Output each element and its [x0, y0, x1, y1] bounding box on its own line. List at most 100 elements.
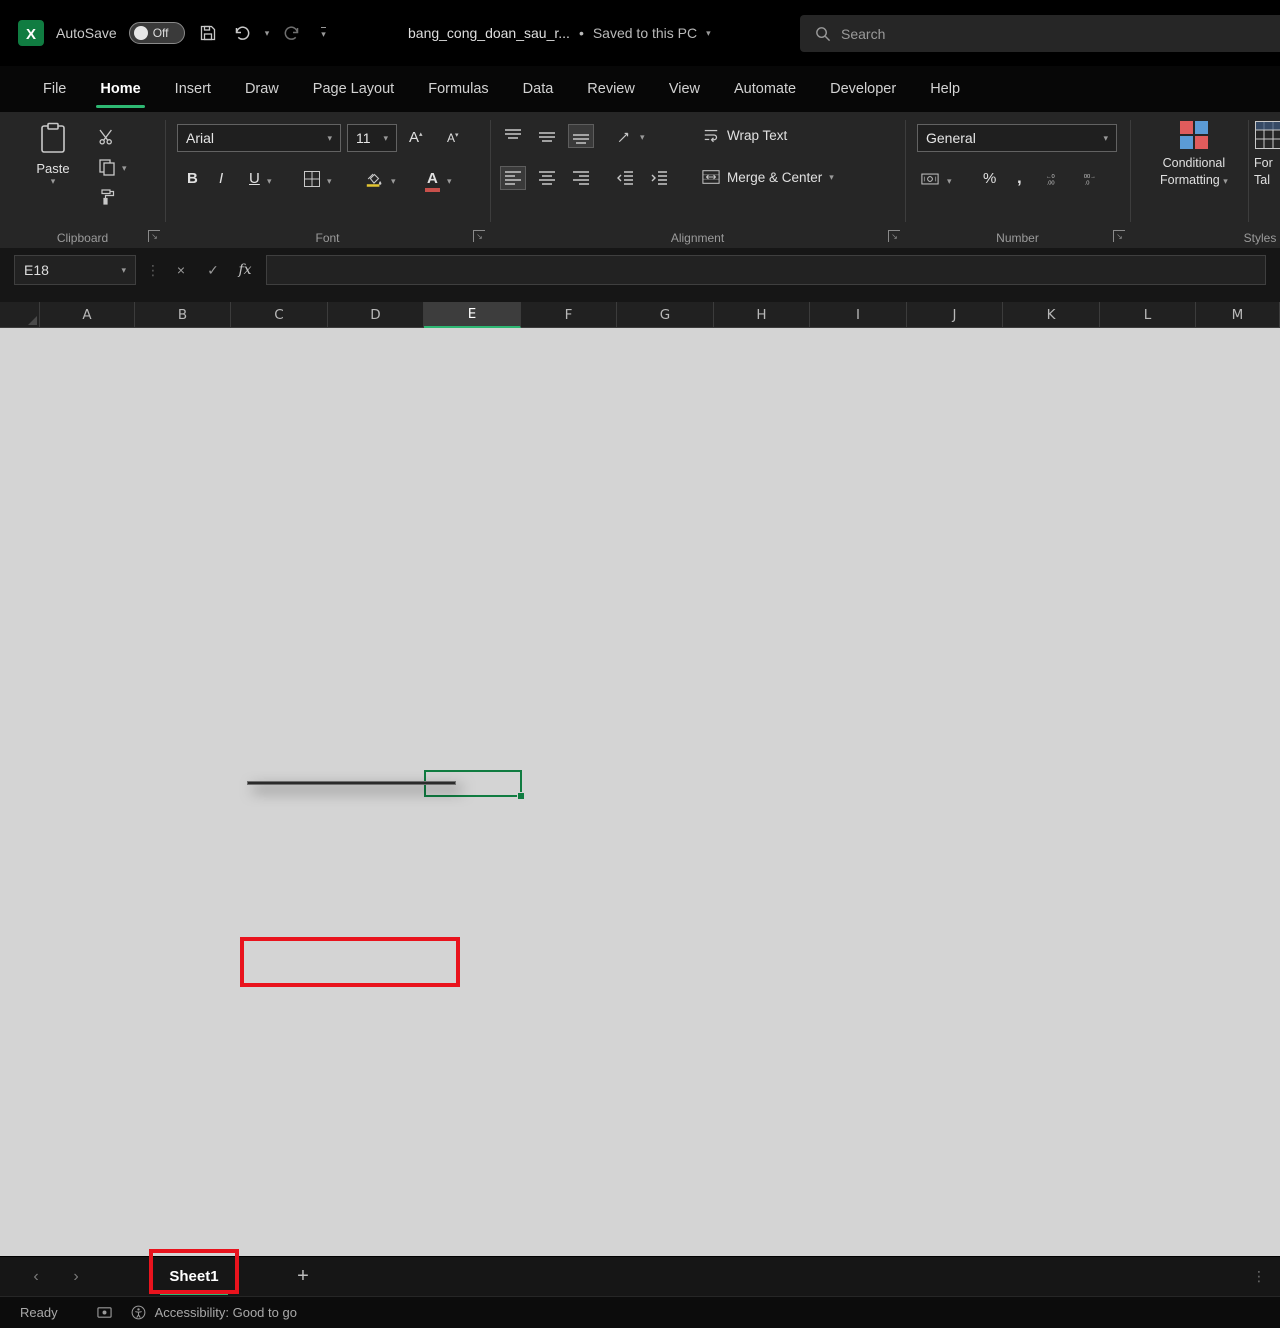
dialog-launcher-icon[interactable]: ↘ [148, 230, 160, 242]
format-painter-icon[interactable] [96, 186, 118, 208]
align-bottom-icon[interactable] [568, 124, 594, 148]
column-header-row: ABCDEFGHIJKLM [0, 302, 1280, 328]
chevron-down-icon[interactable]: ▾ [122, 163, 127, 174]
format-as-table-button[interactable]: For Tal [1254, 120, 1280, 189]
chevron-down-icon[interactable]: ▾ [391, 176, 396, 187]
chevron-down-icon[interactable]: ▾ [706, 28, 711, 39]
column-header-a[interactable]: A [40, 302, 135, 328]
saved-status[interactable]: Saved to this PC [593, 25, 697, 41]
conditional-formatting-button[interactable]: Conditional Formatting ▾ [1160, 120, 1228, 190]
decrease-decimal-icon[interactable]: 00→.0 [1081, 168, 1103, 190]
increase-font-button[interactable]: A▴ [409, 129, 423, 146]
bold-button[interactable]: B [187, 170, 198, 187]
increase-decimal-icon[interactable]: ←0.00 [1043, 168, 1065, 190]
number-format-value: General [926, 130, 976, 146]
search-input[interactable]: Search [800, 15, 1280, 52]
excel-logo-icon[interactable]: X [18, 20, 44, 46]
column-header-m[interactable]: M [1196, 302, 1280, 328]
accessibility-status[interactable]: Accessibility: Good to go [130, 1304, 297, 1322]
clipboard-group: Paste ▾ ▾ Clipboard ↘ [0, 112, 165, 248]
search-placeholder: Search [841, 26, 885, 42]
previous-sheet-icon[interactable]: ‹ [16, 1268, 56, 1286]
name-box[interactable]: E18 ▾ [14, 255, 136, 285]
column-header-g[interactable]: G [617, 302, 714, 328]
undo-icon[interactable] [231, 22, 253, 44]
chevron-down-icon[interactable]: ▾ [267, 176, 272, 187]
chevron-down-icon[interactable]: ▾ [640, 132, 645, 143]
ribbon-tab-view[interactable]: View [652, 66, 717, 112]
number-format-select[interactable]: General▾ [917, 124, 1117, 152]
decrease-indent-icon[interactable] [612, 166, 638, 190]
font-size-select[interactable]: 11▾ [347, 124, 397, 152]
column-header-h[interactable]: H [714, 302, 810, 328]
column-header-i[interactable]: I [810, 302, 907, 328]
column-header-f[interactable]: F [521, 302, 617, 328]
cancel-icon[interactable]: × [170, 255, 192, 285]
dialog-launcher-icon[interactable]: ↘ [473, 230, 485, 242]
fill-color-icon[interactable] [363, 168, 385, 190]
chevron-down-icon[interactable]: ▾ [447, 176, 452, 187]
cut-icon[interactable] [96, 126, 118, 148]
add-sheet-button[interactable]: + [288, 1265, 318, 1288]
sheet-tab-sheet1[interactable]: Sheet1 [152, 1257, 236, 1297]
status-bar: Ready Accessibility: Good to go [0, 1296, 1280, 1328]
ribbon-tab-help[interactable]: Help [913, 66, 977, 112]
tabbar-overflow-icon[interactable]: ⋮ [1252, 1268, 1266, 1285]
ribbon-tab-page-layout[interactable]: Page Layout [296, 66, 411, 112]
align-center-icon[interactable] [534, 166, 560, 190]
comma-style-button[interactable]: , [1017, 168, 1022, 188]
italic-button[interactable]: I [219, 170, 223, 187]
ribbon-tab-draw[interactable]: Draw [228, 66, 296, 112]
copy-icon[interactable] [96, 156, 118, 178]
customize-quick-access-icon[interactable]: ▾ [321, 27, 326, 40]
ribbon-tab-review[interactable]: Review [570, 66, 652, 112]
formula-input[interactable] [266, 255, 1266, 285]
chevron-down-icon[interactable]: ▾ [265, 28, 270, 39]
column-header-c[interactable]: C [231, 302, 328, 328]
underline-button[interactable]: U [249, 170, 260, 187]
autosave-toggle[interactable]: Off [129, 22, 185, 44]
column-header-l[interactable]: L [1100, 302, 1196, 328]
font-name-value: Arial [186, 130, 214, 146]
merge-center-button[interactable]: Merge & Center ▾ [702, 169, 834, 185]
font-color-icon[interactable]: A [427, 170, 438, 187]
wrap-text-icon [702, 127, 720, 143]
ribbon-tab-formulas[interactable]: Formulas [411, 66, 505, 112]
column-header-b[interactable]: B [135, 302, 231, 328]
paste-button[interactable]: Paste ▾ [26, 120, 80, 187]
decrease-font-button[interactable]: A▾ [447, 131, 459, 145]
column-header-e[interactable]: E [424, 302, 521, 328]
enter-icon[interactable]: ✓ [202, 255, 224, 285]
chevron-down-icon[interactable]: ▾ [327, 176, 332, 187]
font-name-select[interactable]: Arial▾ [177, 124, 341, 152]
ribbon-tab-insert[interactable]: Insert [158, 66, 228, 112]
wrap-text-button[interactable]: Wrap Text [702, 127, 787, 143]
select-all-corner[interactable] [0, 302, 40, 328]
dialog-launcher-icon[interactable]: ↘ [1113, 230, 1125, 242]
increase-indent-icon[interactable] [646, 166, 672, 190]
column-header-k[interactable]: K [1003, 302, 1100, 328]
dialog-launcher-icon[interactable]: ↘ [888, 230, 900, 242]
sheet-tab-bar: ‹ › Sheet1 + ⋮ [0, 1256, 1280, 1296]
align-top-icon[interactable] [500, 124, 526, 148]
align-right-icon[interactable] [568, 166, 594, 190]
align-left-icon[interactable] [500, 166, 526, 190]
align-middle-icon[interactable] [534, 124, 560, 148]
text-orientation-icon[interactable] [612, 124, 638, 148]
insert-function-icon[interactable]: fx [234, 255, 256, 285]
ribbon-tab-developer[interactable]: Developer [813, 66, 913, 112]
save-icon[interactable] [197, 22, 219, 44]
document-title[interactable]: bang_cong_doan_sau_r... [408, 25, 570, 41]
next-sheet-icon[interactable]: › [56, 1268, 96, 1286]
column-header-d[interactable]: D [328, 302, 424, 328]
borders-icon[interactable] [301, 168, 323, 190]
ribbon-tab-file[interactable]: File [26, 66, 83, 112]
percent-style-button[interactable]: % [983, 170, 996, 187]
ribbon-tab-home[interactable]: Home [83, 66, 157, 112]
accounting-format-icon[interactable] [919, 168, 941, 190]
ribbon-tab-automate[interactable]: Automate [717, 66, 813, 112]
macro-record-icon[interactable] [96, 1304, 114, 1322]
ribbon-tab-data[interactable]: Data [506, 66, 571, 112]
column-header-j[interactable]: J [907, 302, 1003, 328]
chevron-down-icon[interactable]: ▾ [947, 176, 952, 187]
